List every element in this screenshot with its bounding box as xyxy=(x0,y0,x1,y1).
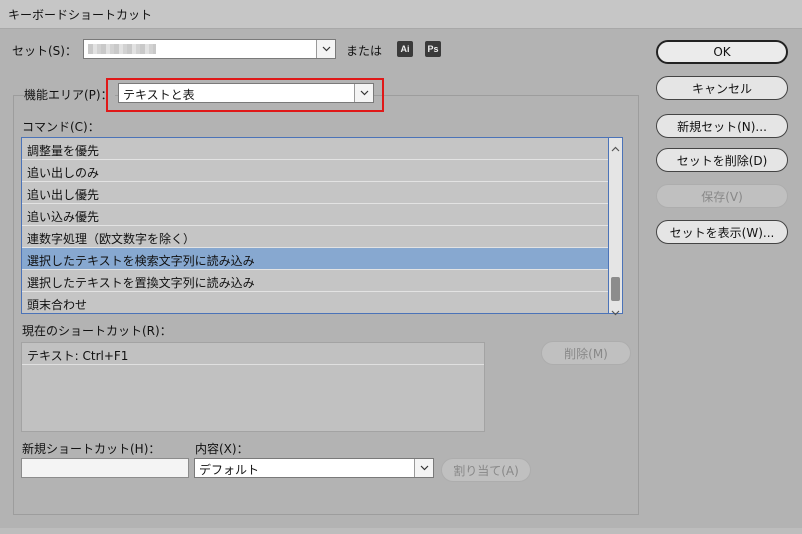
feature-area-label: 機能エリア(P)： xyxy=(24,86,115,103)
list-item[interactable]: 追い出しのみ xyxy=(22,160,608,182)
context-label: 内容(X)： xyxy=(195,442,249,456)
list-item[interactable]: 追い出し優先 xyxy=(22,182,608,204)
context-value: デフォルト xyxy=(199,463,260,477)
bottom-edge xyxy=(0,528,802,534)
list-item[interactable]: 調整量を優先 xyxy=(22,138,608,160)
list-item[interactable]: 連数字処理（欧文数字を除く） xyxy=(22,226,608,248)
current-shortcut-label: 現在のショートカット(R)： xyxy=(22,324,172,338)
show-set-button[interactable]: セットを表示(W)... xyxy=(656,220,788,244)
commands-label: コマンド(C)： xyxy=(22,120,100,134)
new-shortcut-input[interactable] xyxy=(21,458,189,478)
ok-button[interactable]: OK xyxy=(656,40,788,64)
set-dropdown[interactable] xyxy=(83,39,336,59)
list-item[interactable]: テキスト: Ctrl+F1 xyxy=(22,343,484,365)
set-label: セット(S)： xyxy=(12,44,77,58)
title-bar: キーボードショートカット xyxy=(0,0,802,29)
highlight-box xyxy=(106,78,384,112)
new-shortcut-label: 新規ショートカット(H)： xyxy=(22,442,161,456)
commands-scrollbar[interactable] xyxy=(609,137,623,316)
chevron-down-icon[interactable] xyxy=(414,459,433,477)
remove-button[interactable]: 削除(M) xyxy=(541,341,631,365)
assign-button[interactable]: 割り当て(A) xyxy=(441,458,531,482)
current-shortcut-list[interactable]: テキスト: Ctrl+F1 xyxy=(21,342,485,432)
chevron-down-icon[interactable] xyxy=(316,40,335,58)
list-item[interactable]: 選択したテキストを置換文字列に読み込み xyxy=(22,270,608,292)
delete-set-button[interactable]: セットを削除(D) xyxy=(656,148,788,172)
save-button[interactable]: 保存(V) xyxy=(656,184,788,208)
commands-list[interactable]: 調整量を優先 追い出しのみ 追い出し優先 追い込み優先 連数字処理（欧文数字を除… xyxy=(21,137,609,314)
set-name-redacted xyxy=(88,44,156,54)
cancel-button[interactable]: キャンセル xyxy=(656,76,788,100)
or-label: または xyxy=(346,44,383,58)
scroll-thumb[interactable] xyxy=(611,277,620,301)
list-item-selected[interactable]: 選択したテキストを検索文字列に読み込み xyxy=(22,248,608,270)
window-title: キーボードショートカット xyxy=(8,8,153,22)
new-set-button[interactable]: 新規セット(N)... xyxy=(656,114,788,138)
context-dropdown[interactable]: デフォルト xyxy=(194,458,434,478)
illustrator-icon[interactable]: Ai xyxy=(397,41,413,57)
photoshop-icon[interactable]: Ps xyxy=(425,41,441,57)
list-item[interactable]: 追い込み優先 xyxy=(22,204,608,226)
scroll-down-icon[interactable] xyxy=(611,305,620,319)
scroll-up-icon[interactable] xyxy=(611,141,620,155)
list-item[interactable]: 頭末合わせ xyxy=(22,292,608,313)
